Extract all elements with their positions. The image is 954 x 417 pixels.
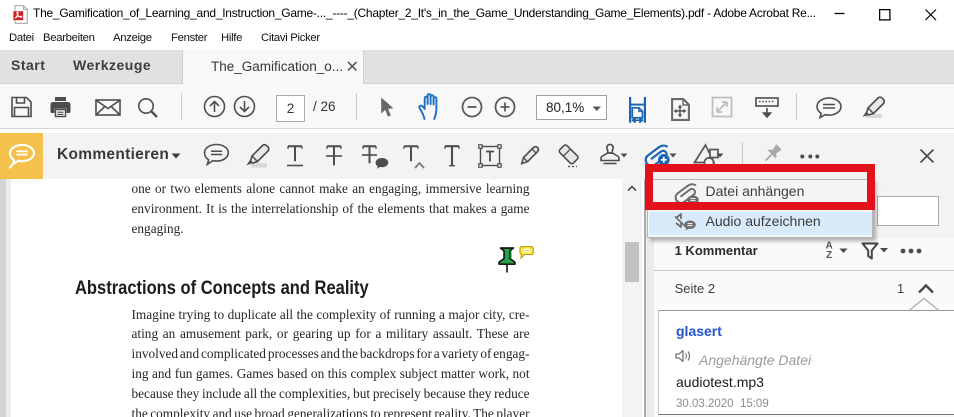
svg-text:Z: Z — [826, 250, 832, 259]
